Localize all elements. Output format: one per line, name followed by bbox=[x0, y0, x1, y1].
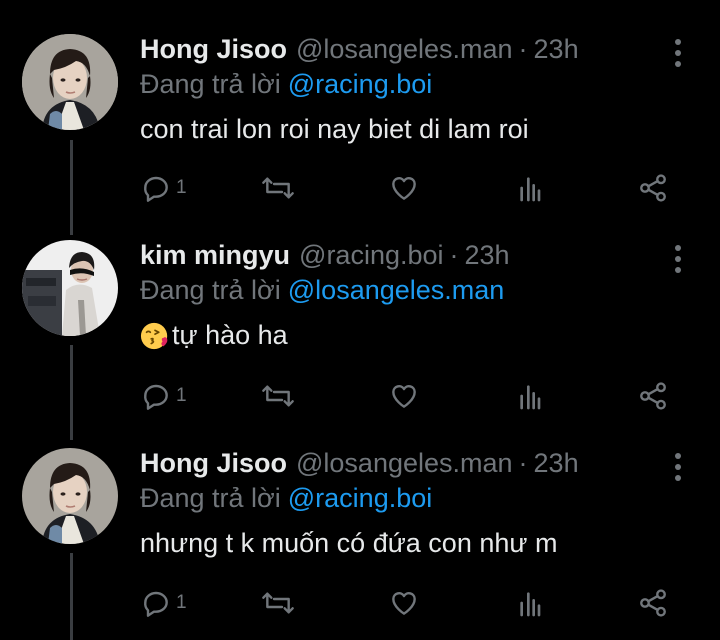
analytics-icon bbox=[520, 177, 541, 202]
handle[interactable]: @losangeles.man bbox=[296, 34, 513, 65]
tweet-header: kim mingyu @racing.boi · 23h bbox=[140, 240, 510, 274]
reply-count: 1 bbox=[176, 385, 187, 406]
replying-to-label: Đang trả lời bbox=[140, 275, 281, 305]
timestamp[interactable]: 23h bbox=[534, 448, 579, 479]
like-icon bbox=[392, 177, 416, 200]
replying-to: Đang trả lời @racing.boi bbox=[140, 483, 432, 514]
reply-button[interactable]: 1 bbox=[140, 583, 187, 623]
like-button[interactable] bbox=[388, 168, 420, 208]
tweet-text: tự hào ha bbox=[140, 320, 288, 351]
reply-icon bbox=[144, 591, 168, 617]
like-icon bbox=[392, 385, 416, 408]
tweet-actions: 1 bbox=[140, 583, 680, 623]
tweet-header: Hong Jisoo @losangeles.man · 23h bbox=[140, 448, 579, 482]
timestamp[interactable]: 23h bbox=[534, 34, 579, 65]
reply-button[interactable]: 1 bbox=[140, 168, 187, 208]
more-options-button[interactable] bbox=[665, 36, 691, 70]
handle[interactable]: @losangeles.man bbox=[296, 448, 513, 479]
avatar[interactable] bbox=[22, 448, 118, 544]
tweet-header: Hong Jisoo @losangeles.man · 23h bbox=[140, 34, 579, 68]
more-vertical-icon bbox=[675, 245, 681, 273]
analytics-icon bbox=[520, 592, 541, 617]
tweet-text-body: tự hào ha bbox=[172, 320, 288, 350]
reply-icon bbox=[144, 176, 168, 202]
more-vertical-icon bbox=[675, 39, 681, 67]
replying-to: Đang trả lời @losangeles.man bbox=[140, 275, 504, 306]
timestamp[interactable]: 23h bbox=[465, 240, 510, 271]
replying-to-label: Đang trả lời bbox=[140, 483, 281, 513]
avatar-image bbox=[22, 34, 118, 130]
separator-dot: · bbox=[518, 34, 528, 64]
display-name[interactable]: kim mingyu bbox=[140, 240, 290, 271]
like-button[interactable] bbox=[388, 583, 420, 623]
replying-to: Đang trả lời @racing.boi bbox=[140, 69, 432, 100]
tweet-text-body: nhưng t k muốn có đứa con như m bbox=[140, 528, 558, 558]
like-button[interactable] bbox=[388, 376, 420, 416]
tweet-text: con trai lon roi nay biet di lam roi bbox=[140, 114, 529, 145]
tweet-actions: 1 bbox=[140, 168, 680, 208]
avatar[interactable] bbox=[22, 34, 118, 130]
more-options-button[interactable] bbox=[665, 242, 691, 276]
more-options-button[interactable] bbox=[665, 450, 691, 484]
analytics-icon bbox=[520, 385, 541, 410]
tweet-text-body: con trai lon roi nay biet di lam roi bbox=[140, 114, 529, 144]
tweet-actions: 1 bbox=[140, 376, 680, 416]
separator-dot: · bbox=[518, 448, 528, 478]
reply-count: 1 bbox=[176, 177, 187, 198]
reply-icon bbox=[144, 384, 168, 410]
display-name[interactable]: Hong Jisoo bbox=[140, 448, 287, 479]
share-button[interactable] bbox=[637, 168, 669, 208]
avatar-image bbox=[22, 240, 118, 336]
reply-count: 1 bbox=[176, 592, 187, 613]
retweet-icon bbox=[262, 385, 294, 407]
avatar[interactable] bbox=[22, 240, 118, 336]
reply-button[interactable]: 1 bbox=[140, 376, 187, 416]
retweet-button[interactable] bbox=[260, 168, 296, 208]
share-icon bbox=[640, 589, 666, 617]
display-name[interactable]: Hong Jisoo bbox=[140, 34, 287, 65]
mention-link[interactable]: @losangeles.man bbox=[288, 275, 505, 305]
analytics-button[interactable] bbox=[517, 168, 545, 208]
retweet-button[interactable] bbox=[260, 583, 296, 623]
share-button[interactable] bbox=[637, 376, 669, 416]
replying-to-label: Đang trả lời bbox=[140, 69, 281, 99]
share-icon bbox=[640, 174, 666, 202]
handle[interactable]: @racing.boi bbox=[299, 240, 443, 271]
separator-dot: · bbox=[449, 240, 459, 270]
retweet-button[interactable] bbox=[260, 376, 296, 416]
analytics-button[interactable] bbox=[517, 583, 545, 623]
retweet-icon bbox=[262, 592, 294, 614]
share-icon bbox=[640, 382, 666, 410]
tweet-text: nhưng t k muốn có đứa con như m bbox=[140, 528, 557, 559]
retweet-icon bbox=[262, 177, 294, 199]
mention-link[interactable]: @racing.boi bbox=[288, 483, 432, 513]
more-vertical-icon bbox=[675, 453, 681, 481]
analytics-button[interactable] bbox=[517, 376, 545, 416]
share-button[interactable] bbox=[637, 583, 669, 623]
avatar-image bbox=[22, 448, 118, 544]
mention-link[interactable]: @racing.boi bbox=[288, 69, 432, 99]
face-blowing-a-kiss-icon bbox=[140, 322, 168, 349]
like-icon bbox=[392, 592, 416, 615]
